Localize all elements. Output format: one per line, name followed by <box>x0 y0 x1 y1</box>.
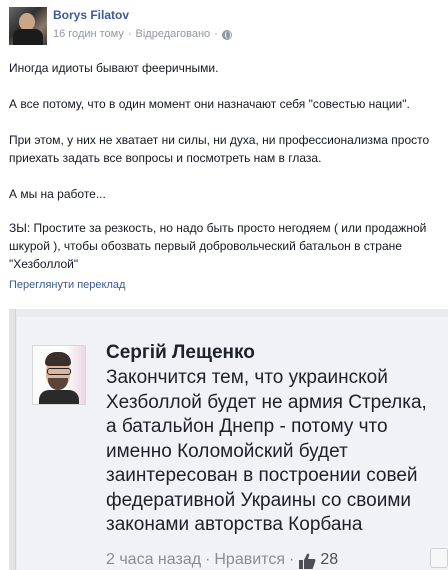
avatar-hair <box>45 352 71 366</box>
commenter-name: Сергій Лещенко <box>106 342 255 363</box>
comment-text: Закончится тем, что украинской Хезболлой… <box>106 367 427 535</box>
comment-footer: 2 часа назад · Нравится · 28 <box>106 551 338 569</box>
post-paragraph: При этом, у них не хватает ни силы, ни д… <box>9 133 430 165</box>
thumbs-up-icon <box>299 553 316 569</box>
post-paragraph: ЗЫ: Простите за резкость, но надо быть п… <box>9 221 427 271</box>
author-name-link[interactable]: Borys Filatov <box>53 8 129 22</box>
meta-separator: · <box>214 28 218 40</box>
avatar-glasses <box>47 368 71 375</box>
edited-link[interactable]: Відредаговано <box>136 28 211 40</box>
meta-separator: · <box>127 28 132 40</box>
post-paragraph: А все потому, что в один момент они назн… <box>9 97 410 111</box>
author-avatar[interactable] <box>9 7 47 45</box>
image-edge-strip <box>9 309 16 570</box>
commenter-avatar <box>32 345 86 405</box>
post-paragraph: А мы на работе... <box>9 187 106 201</box>
footer-separator: · <box>205 551 211 568</box>
post-timestamp-link[interactable]: 16 годин тому <box>53 28 124 40</box>
post-meta: 16 годин тому · Відредаговано · <box>53 28 232 40</box>
globe-icon[interactable] <box>221 30 232 40</box>
comment-time: 2 часа назад <box>106 551 202 568</box>
comment-like-label: Нравится <box>214 551 285 568</box>
post-paragraph: Иногда идиоты бывают фееричными. <box>9 61 219 75</box>
avatar-body <box>13 29 43 45</box>
comment-like-count: 28 <box>320 551 339 568</box>
footer-separator: · <box>288 551 295 568</box>
avatar-shirt <box>39 390 79 404</box>
see-translation-link[interactable]: Переглянути переклад <box>9 279 125 291</box>
image-scroll-handle <box>430 548 448 568</box>
